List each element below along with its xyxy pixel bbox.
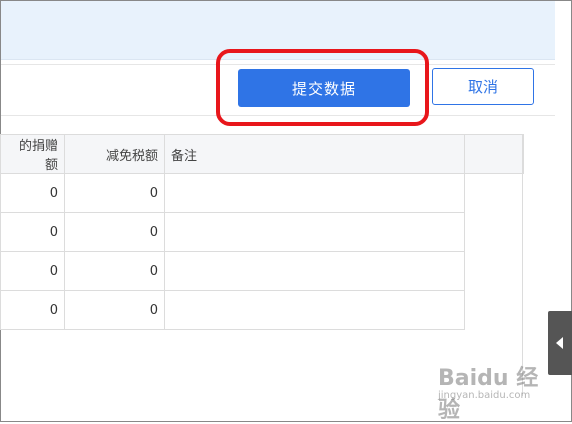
table-row: 0 0 <box>0 173 524 213</box>
watermark-url: jingyan.baidu.com <box>438 390 531 401</box>
cell-remarks[interactable] <box>164 212 465 252</box>
cell-remarks[interactable] <box>164 290 465 330</box>
cell-filler <box>464 290 524 330</box>
cell-donation-amount[interactable]: 0 <box>0 173 65 213</box>
cell-donation-amount[interactable]: 0 <box>0 251 65 291</box>
table-row: 0 0 <box>0 290 524 330</box>
cell-donation-amount[interactable]: 0 <box>0 290 65 330</box>
cell-tax-reduction[interactable]: 0 <box>64 173 165 213</box>
header-empty <box>464 134 524 174</box>
cell-donation-amount[interactable]: 0 <box>0 212 65 252</box>
header-remarks: 备注 <box>164 134 465 174</box>
cell-filler <box>464 251 524 291</box>
cell-tax-reduction[interactable]: 0 <box>64 212 165 252</box>
header-tax-reduction: 减免税额 <box>64 134 165 174</box>
table-right-border <box>522 134 523 396</box>
cell-remarks[interactable] <box>164 173 465 213</box>
baidu-jingyan-watermark: Baidu 经验 jingyan.baidu.com <box>430 360 560 423</box>
cell-tax-reduction[interactable]: 0 <box>64 251 165 291</box>
cell-filler <box>464 212 524 252</box>
cancel-button[interactable]: 取消 <box>432 68 534 105</box>
top-info-banner <box>1 1 555 60</box>
submit-data-button[interactable]: 提交数据 <box>238 69 410 107</box>
cell-tax-reduction[interactable]: 0 <box>64 290 165 330</box>
table-row: 0 0 <box>0 212 524 252</box>
caret-left-icon <box>556 337 564 349</box>
cell-remarks[interactable] <box>164 251 465 291</box>
donation-table: 的捐赠额 减免税额 备注 0 0 0 0 0 0 0 0 <box>0 134 524 330</box>
header-donation-amount: 的捐赠额 <box>0 134 65 174</box>
table-row: 0 0 <box>0 251 524 291</box>
table-header-row: 的捐赠额 减免税额 备注 <box>0 134 524 174</box>
cell-filler <box>464 173 524 213</box>
